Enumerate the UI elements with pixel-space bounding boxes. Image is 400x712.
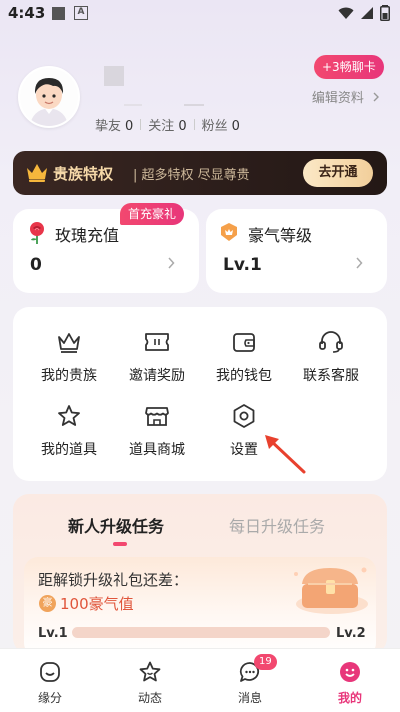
menu-item-invite-rewards[interactable]: 邀请奖励: [113, 327, 201, 385]
tab-indicator: [113, 542, 127, 546]
nav-messages[interactable]: 消息: [200, 649, 300, 712]
settings-icon: [233, 404, 255, 428]
treasure-chest-icon: [294, 567, 368, 614]
nav-label: 动态: [137, 691, 162, 705]
menu-item-label: 我的贵族: [41, 368, 97, 384]
noble-banner[interactable]: 贵族特权 | 超多特权 尽显尊贵 去开通: [13, 151, 387, 195]
status-time: 4:43: [8, 4, 46, 22]
menu-item-my-noble[interactable]: 我的贵族: [25, 327, 113, 385]
wifi-icon: [338, 7, 354, 19]
nav-label: 消息: [237, 691, 262, 705]
rich-level-value: Lv.1: [223, 255, 262, 275]
menu-item-label: 我的道具: [41, 442, 97, 458]
stat-friends[interactable]: 挚友 0: [95, 115, 133, 134]
crown-icon: [58, 333, 80, 353]
rose-card-title: 玫瑰充值: [55, 226, 120, 245]
menu-item-my-props[interactable]: 我的道具: [25, 401, 113, 459]
nav-fate[interactable]: 缘分: [0, 649, 100, 712]
level-progress-bar: [72, 627, 330, 638]
menu-item-label: 道具商城: [129, 442, 185, 458]
chat-card-badge[interactable]: +3畅聊卡: [314, 55, 384, 79]
noble-subtitle: | 超多特权 尽显尊贵: [133, 168, 250, 183]
battery-icon: [380, 5, 390, 21]
signal-icon: [361, 7, 373, 19]
menu-item-props-mall[interactable]: 道具商城: [113, 401, 201, 459]
gift-pack-hint: 距解锁升级礼包还差：: [38, 571, 189, 589]
current-level-label: Lv.1: [38, 626, 68, 641]
moments-icon: [139, 661, 161, 682]
me-icon: [340, 662, 360, 682]
shop-icon: [145, 407, 169, 426]
open-noble-button[interactable]: 去开通: [303, 159, 373, 187]
menu-item-label: 邀请奖励: [129, 368, 185, 384]
nav-me[interactable]: 我的: [300, 649, 400, 712]
avatar-illustration: [20, 68, 78, 126]
gift-pack-amount: 100豪气值: [60, 595, 134, 613]
chevron-right-icon: [168, 257, 175, 269]
hao-icon: 豪: [39, 595, 56, 612]
first-recharge-badge: 首充豪礼: [120, 203, 185, 225]
rose-balance: 0: [30, 255, 42, 275]
stat-following[interactable]: 关注 0: [148, 115, 186, 134]
avatar[interactable]: [18, 66, 80, 128]
edit-profile-label: 编辑资料: [311, 91, 364, 106]
menu-item-my-wallet[interactable]: 我的钱包: [200, 327, 288, 385]
next-level-label: Lv.2: [336, 626, 366, 641]
bottom-navigation: 缘分 动态 消息 我的: [0, 648, 400, 712]
rich-level-icon: [221, 223, 237, 241]
divider: [193, 119, 195, 130]
tab-daily-tasks[interactable]: 每日升级任务: [229, 513, 325, 537]
nav-label: 我的: [337, 691, 362, 705]
rose-icon: [30, 222, 44, 244]
ticket-icon: [145, 333, 169, 351]
star-icon: [58, 405, 80, 426]
rich-level-card[interactable]: 豪气等级 Lv.1: [206, 209, 387, 293]
nickname-line: [184, 104, 204, 106]
edit-profile-link[interactable]: 编辑资料: [312, 87, 380, 106]
status-bar: 4:43 A: [0, 0, 400, 28]
chevron-right-icon: [356, 257, 363, 269]
tab-new-user-tasks[interactable]: 新人升级任务: [68, 513, 164, 537]
noble-title: 贵族特权: [53, 165, 114, 183]
menu-item-customer-service[interactable]: 联系客服: [287, 327, 375, 385]
fate-icon: [40, 662, 60, 682]
headset-icon: [319, 331, 343, 353]
chevron-right-icon: [373, 92, 379, 102]
crown-icon: [27, 164, 47, 182]
stat-followers[interactable]: 粉丝 0: [202, 115, 240, 134]
nickname-line: [124, 104, 142, 106]
rich-card-title: 豪气等级: [248, 226, 313, 245]
profile-stats: 挚友 0 关注 0 粉丝 0: [95, 115, 240, 134]
menu-item-label: 联系客服: [303, 368, 359, 384]
status-icons: [338, 5, 390, 21]
pointer-arrow-icon: [265, 435, 306, 474]
nav-moments[interactable]: 动态: [100, 649, 200, 712]
nickname-placeholder: [104, 66, 124, 86]
menu-item-label: 我的钱包: [216, 368, 272, 384]
divider: [140, 119, 142, 130]
message-count-badge: 19: [254, 654, 277, 670]
app-notification-icon: A: [74, 6, 88, 20]
nav-label: 缘分: [37, 691, 62, 705]
menu-grid: 我的贵族 邀请奖励 我的钱包 联系客服 我的道具 道具商城 设置: [13, 307, 387, 481]
wallet-icon: [233, 333, 255, 352]
notification-icon: [52, 7, 65, 20]
